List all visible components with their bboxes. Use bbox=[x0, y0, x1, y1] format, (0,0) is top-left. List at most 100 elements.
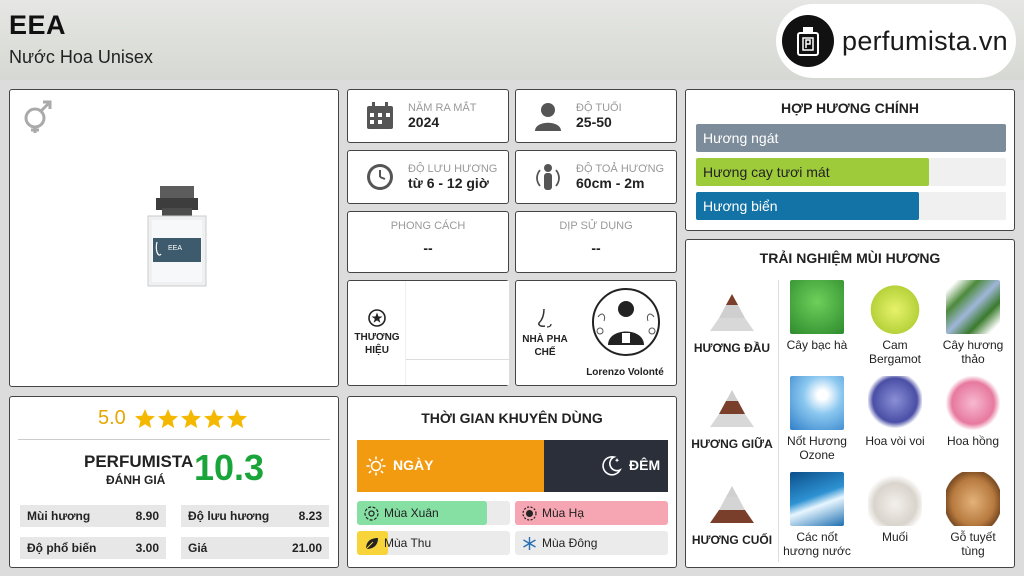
ingredient-label: Cây bạc hà bbox=[786, 338, 848, 352]
accord-label: Hương ngát bbox=[703, 130, 779, 146]
star-badge-icon bbox=[368, 309, 386, 327]
sillage-label: ĐỘ TOẢ HƯƠNG bbox=[576, 163, 665, 175]
launch-year-value: 2024 bbox=[408, 114, 440, 130]
accords-panel: HỢP HƯƠNG CHÍNH Hương ngát Hương cay tươ… bbox=[685, 89, 1015, 231]
note-label-middle: HƯƠNG GIỮA bbox=[691, 437, 773, 451]
perfumer-box[interactable]: NHÀ PHA CHẾ Lorenzo Volonté bbox=[515, 280, 677, 386]
ingredient-bergamot[interactable]: Cam Bergamot bbox=[860, 280, 930, 366]
star-icon bbox=[180, 408, 201, 428]
star-rating: 5.0 bbox=[98, 407, 249, 430]
person-icon bbox=[530, 98, 566, 134]
ingredient-label: Các nốt hương nước bbox=[783, 530, 851, 558]
note-label-base: HƯƠNG CUỐI bbox=[691, 533, 773, 547]
ingredient-label: Hoa hồng bbox=[946, 434, 1000, 448]
launch-year-box: NĂM RA MẮT 2024 bbox=[347, 89, 509, 143]
header-bar: EEA Nước Hoa Unisex perfumista.vn bbox=[0, 0, 1024, 80]
age-label: ĐỘ TUỔI bbox=[576, 102, 622, 114]
logo-bottle-icon bbox=[782, 15, 834, 67]
occasion-value: -- bbox=[591, 240, 601, 256]
star-icon bbox=[203, 408, 224, 428]
ingredient-label: Muối bbox=[881, 530, 908, 544]
score-label: Độ lưu hương bbox=[188, 509, 270, 523]
unisex-icon bbox=[24, 100, 52, 133]
star-icon bbox=[134, 408, 155, 428]
logo-text: perfumista.vn bbox=[842, 25, 1008, 56]
score-label: Giá bbox=[188, 541, 208, 555]
score-label: Độ phổ biến bbox=[27, 541, 97, 555]
ingredient-label: Nốt Hương Ozone bbox=[787, 434, 847, 462]
score-value: 21.00 bbox=[291, 541, 322, 555]
brand-logo-area bbox=[405, 281, 510, 385]
season-winter: Mùa Đông bbox=[515, 531, 668, 555]
season-label: Mùa Hạ bbox=[542, 506, 585, 520]
stars-row bbox=[134, 408, 249, 430]
rose-image bbox=[946, 376, 1000, 430]
rosemary-image bbox=[946, 280, 1000, 334]
star-icon bbox=[157, 408, 178, 428]
brand-logo-divider bbox=[406, 359, 510, 360]
sun-season-icon bbox=[522, 505, 537, 521]
accord-bar: Hương cay tươi mát bbox=[696, 158, 1006, 186]
ingredient-hydrangea[interactable]: Hoa vòi voi bbox=[860, 376, 930, 448]
score-value: 8.23 bbox=[298, 509, 322, 523]
style-label: PHONG CÁCH bbox=[390, 220, 466, 232]
score-value: 8.90 bbox=[135, 509, 159, 523]
brand-logo[interactable]: perfumista.vn bbox=[776, 4, 1016, 78]
accord-label: Hương cay tươi mát bbox=[703, 164, 830, 180]
perfumer-portrait bbox=[586, 287, 666, 357]
sillage-box: ĐỘ TOẢ HƯƠNG 60cm - 2m bbox=[515, 150, 677, 204]
clock-icon bbox=[362, 159, 398, 195]
ozone-image bbox=[790, 376, 844, 430]
accord-bar: Hương ngát bbox=[696, 124, 1006, 152]
age-box: ĐỘ TUỔI 25-50 bbox=[515, 89, 677, 143]
rating-divider bbox=[18, 439, 330, 440]
notes-panel: TRẢI NGHIỆM MÙI HƯƠNG HƯƠNG ĐẦU HƯƠNG GI… bbox=[685, 239, 1015, 568]
accord-label: Hương biển bbox=[703, 198, 778, 214]
pyramid-base-icon bbox=[710, 486, 754, 523]
notes-title: TRẢI NGHIỆM MÙI HƯƠNG bbox=[759, 250, 941, 266]
ingredient-rosemary[interactable]: Cây hương thảo bbox=[938, 280, 1008, 366]
ingredient-water-notes[interactable]: Các nốt hương nước bbox=[782, 472, 852, 558]
ingredient-label: Gỗ tuyết tùng bbox=[950, 530, 996, 558]
season-summer: Mùa Hạ bbox=[515, 501, 668, 525]
style-box: PHONG CÁCH -- bbox=[347, 211, 509, 273]
perfumista-brand: PERFUMISTA bbox=[84, 452, 194, 471]
hydrangea-image bbox=[868, 376, 922, 430]
accord-bar: Hương biển bbox=[696, 192, 1006, 220]
brand-box[interactable]: THƯƠNG HIỆU bbox=[347, 280, 510, 386]
leaf-icon bbox=[365, 537, 378, 549]
ingredient-label: Cam Bergamot bbox=[868, 338, 922, 366]
style-value: -- bbox=[423, 240, 433, 256]
perfume-bottle-image: EEA bbox=[147, 186, 207, 287]
season-autumn: Mùa Thu bbox=[357, 531, 510, 555]
season-label: Mùa Đông bbox=[542, 536, 598, 550]
mint-image bbox=[790, 280, 844, 334]
pyramid-middle-icon bbox=[710, 390, 754, 427]
ingredient-salt[interactable]: Muối bbox=[860, 472, 930, 544]
accords-title: HỢP HƯƠNG CHÍNH bbox=[781, 100, 919, 116]
ingredient-rose[interactable]: Hoa hồng bbox=[938, 376, 1008, 448]
rating-panel: 5.0 PERFUMISTA ĐÁNH GIÁ 10.3 Mùi hương 8… bbox=[9, 396, 339, 568]
wave-image bbox=[790, 472, 844, 526]
ingredient-mint[interactable]: Cây bạc hà bbox=[782, 280, 852, 352]
day-night-bar: NGÀY ĐÊM bbox=[357, 440, 668, 492]
note-label-top: HƯƠNG ĐẦU bbox=[693, 341, 771, 355]
day-label: NGÀY bbox=[393, 457, 434, 473]
ingredient-label: Cây hương thảo bbox=[942, 338, 1004, 366]
ingredient-ozone[interactable]: Nốt Hương Ozone bbox=[782, 376, 852, 462]
season-label: Mùa Thu bbox=[384, 536, 432, 550]
sillage-value: 60cm - 2m bbox=[576, 175, 645, 191]
score-row-longevity: Độ lưu hương 8.23 bbox=[181, 505, 329, 527]
brand-label: THƯƠNG HIỆU bbox=[354, 332, 400, 356]
score-label: Mùi hương bbox=[27, 509, 91, 523]
score-row-scent: Mùi hương 8.90 bbox=[20, 505, 166, 527]
perfumer-name: Lorenzo Volonté bbox=[586, 367, 664, 378]
perfumer-label: NHÀ PHA CHẾ bbox=[522, 334, 568, 358]
season-spring: Mùa Xuân bbox=[357, 501, 510, 525]
night-label: ĐÊM bbox=[629, 457, 661, 473]
season-label: Mùa Xuân bbox=[384, 506, 439, 520]
longevity-box: ĐỘ LƯU HƯƠNG từ 6 - 12 giờ bbox=[347, 150, 509, 204]
perfume-subtitle: Nước Hoa Unisex bbox=[9, 47, 153, 67]
ingredient-cedar[interactable]: Gỗ tuyết tùng bbox=[938, 472, 1008, 558]
launch-year-label: NĂM RA MẮT bbox=[408, 102, 477, 114]
